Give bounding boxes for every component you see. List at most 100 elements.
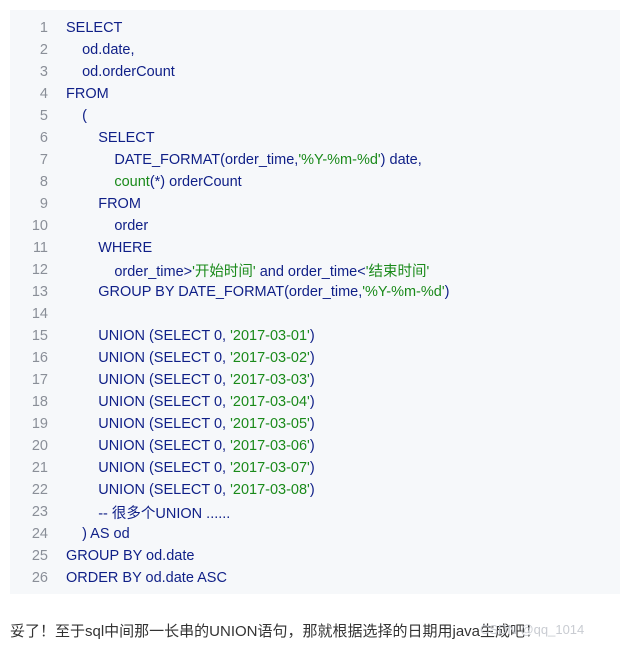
code-line: 14 [10, 303, 620, 325]
code-text: UNION (SELECT 0, '2017-03-05') [48, 416, 620, 432]
line-number: 25 [31, 548, 48, 564]
code-token: and order_time< [255, 263, 366, 280]
code-line: 24 ) AS od [10, 523, 620, 545]
string-token: '开始时间' [192, 263, 256, 280]
line-number: 26 [31, 570, 48, 586]
string-token: '2017-03-06' [230, 438, 310, 454]
line-number: 6 [39, 130, 48, 146]
code-text: order_time>'开始时间' and order_time<'结束时间' [48, 260, 620, 281]
code-line: 16 UNION (SELECT 0, '2017-03-02') [10, 347, 620, 369]
line-number: 19 [31, 416, 48, 432]
code-text: UNION (SELECT 0, '2017-03-08') [48, 482, 620, 498]
string-token: '%Y-%m-%d' [362, 284, 445, 300]
code-token: UNION (SELECT 0, [66, 394, 231, 410]
code-token: WHERE [66, 240, 153, 256]
string-token: '结束时间' [365, 263, 430, 280]
code-line: 5 ( [10, 105, 620, 127]
line-number: 5 [39, 108, 48, 124]
string-token: '2017-03-05' [230, 416, 310, 432]
code-line: 21 UNION (SELECT 0, '2017-03-07') [10, 457, 620, 479]
line-number: 22 [31, 482, 48, 498]
line-number: 2 [39, 42, 48, 58]
code-line: 26 ORDER BY od.date ASC [10, 567, 620, 589]
string-token: '2017-03-04' [230, 394, 310, 410]
string-token: '2017-03-03' [230, 372, 310, 388]
code-token: ) date, [380, 152, 422, 168]
code-token: GROUP BY DATE_FORMAT(order_time, [66, 284, 363, 300]
code-line: 9 FROM [10, 193, 620, 215]
code-token: ) [309, 482, 315, 498]
line-number: 20 [31, 438, 48, 454]
line-number: 10 [31, 218, 48, 234]
code-line: 1 SELECT [10, 17, 620, 39]
code-token: order [66, 218, 149, 234]
code-line: 17 UNION (SELECT 0, '2017-03-03') [10, 369, 620, 391]
code-text: FROM [48, 196, 620, 212]
code-text: UNION (SELECT 0, '2017-03-02') [48, 350, 620, 366]
code-token: -- 很多个UNION ...... [66, 505, 231, 522]
code-line: 3 od.orderCount [10, 61, 620, 83]
code-token: od.date, [66, 42, 135, 58]
code-text: WHERE [48, 240, 620, 256]
code-token: UNION (SELECT 0, [66, 372, 231, 388]
code-token: UNION (SELECT 0, [66, 328, 231, 344]
code-line: 13 GROUP BY DATE_FORMAT(order_time,'%Y-%… [10, 281, 620, 303]
string-token: '2017-03-08' [230, 482, 310, 498]
code-text: ( [48, 108, 620, 124]
code-token: SELECT [66, 20, 123, 36]
code-token: UNION (SELECT 0, [66, 350, 231, 366]
line-number: 1 [39, 20, 48, 36]
code-token: UNION (SELECT 0, [66, 460, 231, 476]
line-number: 14 [31, 306, 48, 322]
string-token: '%Y-%m-%d' [298, 152, 381, 168]
code-token: ) [309, 438, 315, 454]
code-line: 4 FROM [10, 83, 620, 105]
code-text: order [48, 218, 620, 234]
code-line: 15 UNION (SELECT 0, '2017-03-01') [10, 325, 620, 347]
string-token: '2017-03-01' [230, 328, 310, 344]
code-text: DATE_FORMAT(order_time,'%Y-%m-%d') date, [48, 152, 620, 168]
code-text: UNION (SELECT 0, '2017-03-04') [48, 394, 620, 410]
code-line: 12 order_time>'开始时间' and order_time<'结束时… [10, 259, 620, 281]
code-text: ) AS od [48, 526, 620, 542]
code-text: GROUP BY DATE_FORMAT(order_time,'%Y-%m-%… [48, 284, 620, 300]
code-text: od.orderCount [48, 64, 620, 80]
code-line: 6 SELECT [10, 127, 620, 149]
line-number: 9 [39, 196, 48, 212]
code-block: 1 SELECT 2 od.date, 3 od.orderCount 4 FROM 5 (… [10, 10, 620, 594]
code-line: 20 UNION (SELECT 0, '2017-03-06') [10, 435, 620, 457]
code-token: UNION (SELECT 0, [66, 482, 231, 498]
code-token: order_time> [66, 263, 193, 280]
code-line: 18 UNION (SELECT 0, '2017-03-04') [10, 391, 620, 413]
code-token: ORDER BY od.date ASC [66, 570, 227, 586]
code-line: 10 order [10, 215, 620, 237]
code-token: ) [444, 284, 450, 300]
code-token: (*) orderCount [149, 174, 242, 190]
code-text: UNION (SELECT 0, '2017-03-07') [48, 460, 620, 476]
code-text: UNION (SELECT 0, '2017-03-03') [48, 372, 620, 388]
line-number: 4 [39, 86, 48, 102]
code-token: FROM [66, 196, 141, 212]
line-number: 12 [31, 262, 48, 278]
code-token: DATE_FORMAT(order_time, [66, 152, 299, 168]
line-number: 13 [31, 284, 48, 300]
code-token: SELECT [66, 130, 155, 146]
code-line: 23 -- 很多个UNION ...... [10, 501, 620, 523]
code-line: 7 DATE_FORMAT(order_time,'%Y-%m-%d') dat… [10, 149, 620, 171]
code-text: SELECT [48, 130, 620, 146]
code-token: FROM [66, 86, 109, 102]
code-line: 25 GROUP BY od.date [10, 545, 620, 567]
line-number: 11 [32, 240, 48, 256]
line-number: 23 [31, 504, 48, 520]
line-number: 3 [39, 64, 48, 80]
code-text: GROUP BY od.date [48, 548, 620, 564]
code-text: UNION (SELECT 0, '2017-03-06') [48, 438, 620, 454]
code-text: count(*) orderCount [48, 174, 620, 190]
line-number: 21 [31, 460, 48, 476]
line-number: 8 [39, 174, 48, 190]
line-number: 15 [31, 328, 48, 344]
line-number: 24 [31, 526, 48, 542]
line-number: 7 [39, 152, 48, 168]
code-token: ) AS od [66, 526, 130, 542]
